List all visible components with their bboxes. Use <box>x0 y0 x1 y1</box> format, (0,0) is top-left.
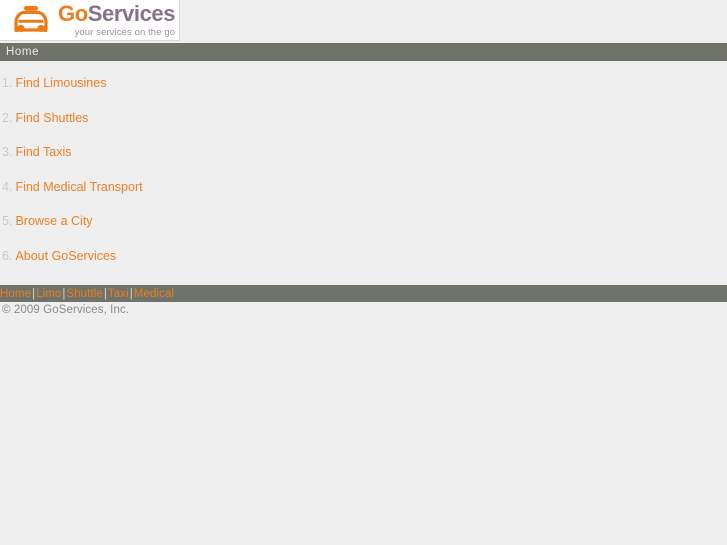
site-logo[interactable]: GoServices your services on the go <box>0 0 180 41</box>
list-item: 5. Browse a City <box>0 204 727 239</box>
list-item: 4. Find Medical Transport <box>0 170 727 205</box>
footer-link-shuttle[interactable]: Shuttle <box>66 288 103 300</box>
list-item: 6. About GoServices <box>0 239 727 274</box>
list-item-number: 5. <box>2 214 13 228</box>
list-item: 1. Find Limousines <box>0 66 727 101</box>
link-find-limousines[interactable]: Find Limousines <box>15 76 106 90</box>
footer-link-limo[interactable]: Limo <box>36 288 61 300</box>
brand-name-go: Go <box>58 0 88 26</box>
footer-link-medical[interactable]: Medical <box>134 288 174 300</box>
link-about-goservices[interactable]: About GoServices <box>15 249 116 263</box>
footer-link-taxi[interactable]: Taxi <box>108 288 129 300</box>
list-item-number: 4. <box>2 179 13 194</box>
brand-name-services: Services <box>87 0 176 26</box>
list-item-number: 3. <box>2 145 13 159</box>
list-item-number: 1. <box>2 76 13 90</box>
taxi-icon <box>14 6 48 33</box>
link-find-taxis[interactable]: Find Taxis <box>15 145 71 159</box>
footer-nav: Home | Limo | Shuttle | Taxi | Medical <box>0 285 727 302</box>
link-find-shuttles[interactable]: Find Shuttles <box>15 111 88 125</box>
list-item: 3. Find Taxis <box>0 135 727 170</box>
brand-tagline: your services on the go <box>74 26 176 38</box>
link-find-medical-transport[interactable]: Find Medical Transport <box>15 180 142 194</box>
footer-link-home[interactable]: Home <box>0 288 31 300</box>
list-item-number: 6. <box>2 248 13 263</box>
list-item: 2. Find Shuttles <box>0 101 727 136</box>
brand-title: GoServices <box>58 0 176 26</box>
link-browse-a-city[interactable]: Browse a City <box>15 214 92 228</box>
brand-wordmark: GoServices your services on the go <box>58 0 176 38</box>
copyright-text: © 2009 GoServices, Inc. <box>2 304 130 316</box>
list-item-number: 2. <box>2 110 13 125</box>
main-service-list: 1. Find Limousines 2. Find Shuttles 3. Find… <box>0 66 727 273</box>
breadcrumb: Home <box>0 43 727 61</box>
breadcrumb-item-home[interactable]: Home <box>0 46 39 58</box>
